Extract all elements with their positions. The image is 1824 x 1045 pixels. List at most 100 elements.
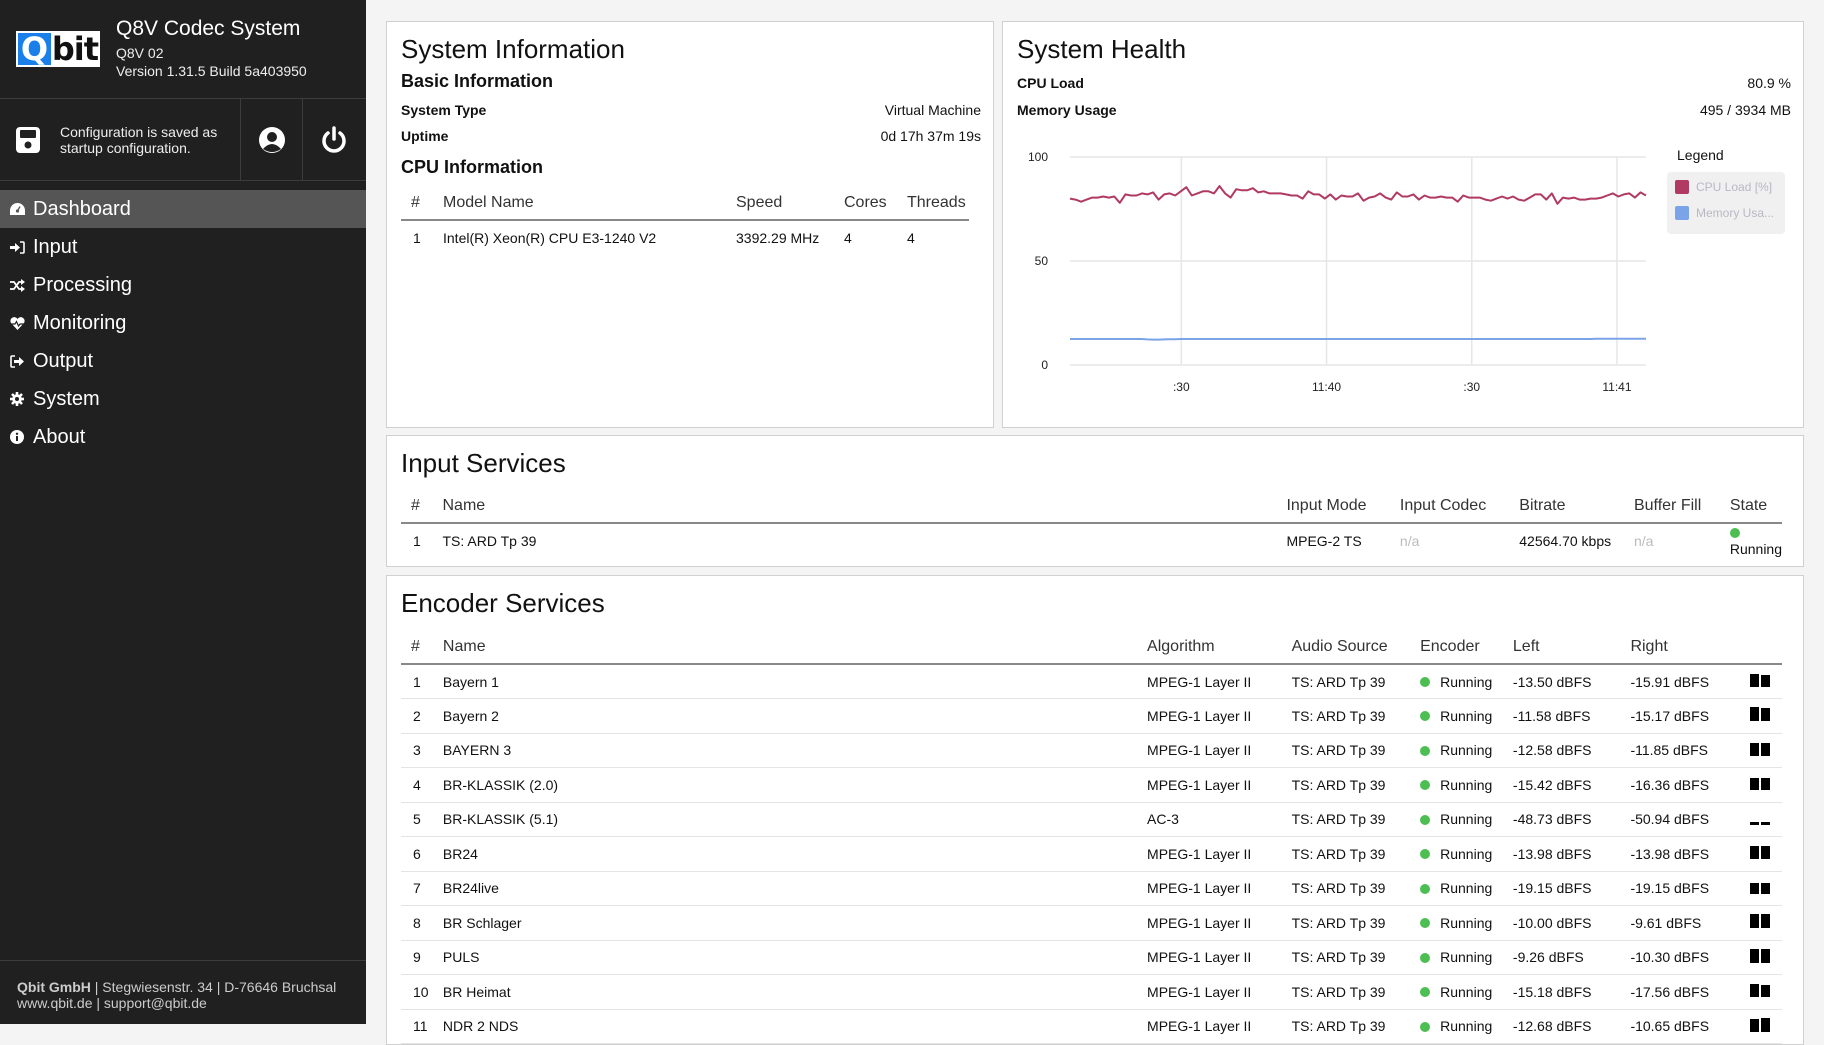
meter-bar-right [1761, 882, 1770, 894]
encoder-state: Running [1420, 767, 1513, 803]
encoder-level-left: -13.50 dBFS [1512, 664, 1631, 699]
encoder-level-left: -15.42 dBFS [1512, 767, 1631, 803]
col-num: # [401, 631, 443, 665]
table-header: # Name Algorithm Audio Source Encoder Le… [401, 631, 1782, 665]
encoder-level-right: -9.61 dBFS [1630, 905, 1750, 941]
table-row[interactable]: 2 Bayern 2 MPEG-1 Layer II TS: ARD Tp 39 Run… [401, 698, 1782, 734]
encoder-num: 10 [401, 974, 443, 1010]
col-buffer-fill: Buffer Fill [1633, 490, 1730, 524]
input-services-panel: Input Services # Name Input Mode Input C… [386, 435, 1804, 567]
dashboard-icon [9, 201, 25, 217]
encoder-state: Running [1420, 871, 1513, 906]
table-row[interactable]: 5 BR-KLASSIK (5.1) AC-3 TS: ARD Tp 39 Runnin… [401, 802, 1782, 837]
sidebar-item-about[interactable]: About [0, 418, 366, 456]
config-status: Configuration is saved as startup config… [0, 99, 241, 180]
encoder-algorithm: MPEG-1 Layer II [1147, 940, 1292, 975]
encoder-state: Running [1420, 802, 1513, 837]
encoder-num: 4 [401, 767, 443, 803]
cpu-speed: 3392.29 MHz [736, 229, 820, 246]
input-num: 1 [413, 532, 421, 549]
encoder-name: BR24live [442, 871, 1148, 906]
sidebar-item-label: Monitoring [33, 311, 127, 334]
app-title: Q8V Codec System [116, 17, 301, 40]
encoder-state: Running [1420, 940, 1513, 975]
table-row[interactable]: 1 Bayern 1 MPEG-1 Layer II TS: ARD Tp 39 Run… [401, 664, 1782, 699]
encoder-audio-source: TS: ARD Tp 39 [1291, 940, 1421, 975]
col-name: Name [442, 490, 1287, 524]
col-model: Model Name [443, 187, 736, 221]
sidebar-item-system[interactable]: System [0, 380, 366, 418]
table-row[interactable]: 3 BAYERN 3 MPEG-1 Layer II TS: ARD Tp 39 Run… [401, 733, 1782, 768]
status-dot-icon [1420, 952, 1431, 963]
legend-item-memory[interactable]: Memory Usa... [1675, 206, 1774, 220]
company-name: Qbit GmbH [17, 979, 91, 995]
encoder-algorithm: MPEG-1 Layer II [1147, 767, 1292, 803]
table-row[interactable]: 6 BR24 MPEG-1 Layer II TS: ARD Tp 39 Running… [401, 836, 1782, 872]
table-row[interactable]: 11 NDR 2 NDS MPEG-1 Layer II TS: ARD Tp 39 R… [401, 1009, 1782, 1044]
encoder-level-left: -48.73 dBFS [1512, 802, 1631, 837]
table-row[interactable]: 4 BR-KLASSIK (2.0) MPEG-1 Layer II TS: ARD … [401, 767, 1782, 803]
power-button[interactable] [303, 99, 365, 180]
status-dot-icon [1420, 711, 1431, 722]
encoder-num: 6 [401, 836, 443, 872]
level-meter-icon [1750, 673, 1770, 687]
sidebar-item-processing[interactable]: Processing [0, 266, 366, 304]
level-meter-icon [1750, 983, 1770, 998]
sidebar-item-monitoring[interactable]: Monitoring [0, 304, 366, 342]
x-tick-label: 11:41 [1602, 380, 1631, 394]
col-num: # [401, 490, 443, 524]
level-meter-cell [1750, 940, 1782, 975]
encoder-num: 7 [401, 871, 443, 906]
encoder-level-left: -11.58 dBFS [1512, 698, 1631, 734]
sidebar-item-dashboard[interactable]: Dashboard [0, 190, 366, 228]
table-row[interactable]: 10 BR Heimat MPEG-1 Layer II TS: ARD Tp 39 R… [401, 974, 1782, 1010]
status-dot-icon [1420, 849, 1431, 860]
table-row[interactable]: 9 PULS MPEG-1 Layer II TS: ARD Tp 39 Running… [401, 940, 1782, 975]
uptime-value: 0d 17h 37m 19s [880, 128, 981, 144]
col-speed: Speed [736, 187, 844, 221]
save-icon[interactable] [16, 126, 40, 153]
sidebar-item-input[interactable]: Input [0, 228, 366, 266]
level-meter-cell [1750, 802, 1782, 837]
x-tick-label: :30 [1463, 380, 1480, 394]
encoder-name: BAYERN 3 [442, 733, 1148, 768]
sidebar-item-output[interactable]: Output [0, 342, 366, 380]
company-contact[interactable]: www.qbit.de | support@qbit.de [17, 995, 366, 1011]
encoder-audio-source: TS: ARD Tp 39 [1291, 767, 1421, 803]
meter-bar-left [1750, 707, 1759, 722]
encoder-level-right: -15.17 dBFS [1630, 698, 1750, 734]
sidebar-item-label: Processing [33, 273, 132, 296]
level-meter-cell [1750, 836, 1782, 872]
gear-icon [9, 391, 25, 407]
encoder-level-left: -13.98 dBFS [1512, 836, 1631, 872]
level-meter-cell [1750, 698, 1782, 734]
encoder-level-left: -15.18 dBFS [1512, 974, 1631, 1010]
encoder-level-left: -12.68 dBFS [1512, 1009, 1631, 1044]
meter-bar-right [1761, 948, 1770, 963]
level-meter-icon [1750, 776, 1770, 791]
cpu-load-line [1069, 185, 1647, 205]
legend-item-cpu[interactable]: CPU Load [%] [1675, 180, 1772, 194]
user-button[interactable] [241, 99, 303, 180]
table-row[interactable]: 1 TS: ARD Tp 39 MPEG-2 TS n/a 42564.70 k… [401, 523, 1782, 557]
company-address: | Stegwiesenstr. 34 | D-76646 Bruchsal [90, 979, 337, 995]
encoder-audio-source: TS: ARD Tp 39 [1291, 974, 1421, 1010]
encoder-level-right: -50.94 dBFS [1630, 802, 1750, 837]
main-nav: Dashboard Input Processing Monitoring Ou… [0, 190, 366, 456]
meter-bar-right [1761, 1017, 1770, 1032]
col-threads: Threads [907, 187, 969, 221]
state-label: Running [1440, 673, 1493, 690]
table-row[interactable]: 7 BR24live MPEG-1 Layer II TS: ARD Tp 39 Run… [401, 871, 1782, 906]
random-icon [9, 277, 25, 293]
encoder-algorithm: AC-3 [1147, 802, 1292, 837]
col-num: # [401, 187, 443, 221]
col-bitrate: Bitrate [1519, 490, 1634, 524]
encoder-num: 3 [401, 733, 443, 768]
encoder-name: Bayern 1 [442, 664, 1148, 699]
encoder-state: Running [1420, 733, 1513, 768]
table-row[interactable]: 8 BR Schlager MPEG-1 Layer II TS: ARD Tp 39… [401, 905, 1782, 941]
state-label: Running [1440, 742, 1493, 759]
level-meter-cell [1750, 905, 1782, 941]
encoder-level-right: -16.36 dBFS [1630, 767, 1750, 803]
cpu-load-label: CPU Load [1017, 75, 1084, 91]
